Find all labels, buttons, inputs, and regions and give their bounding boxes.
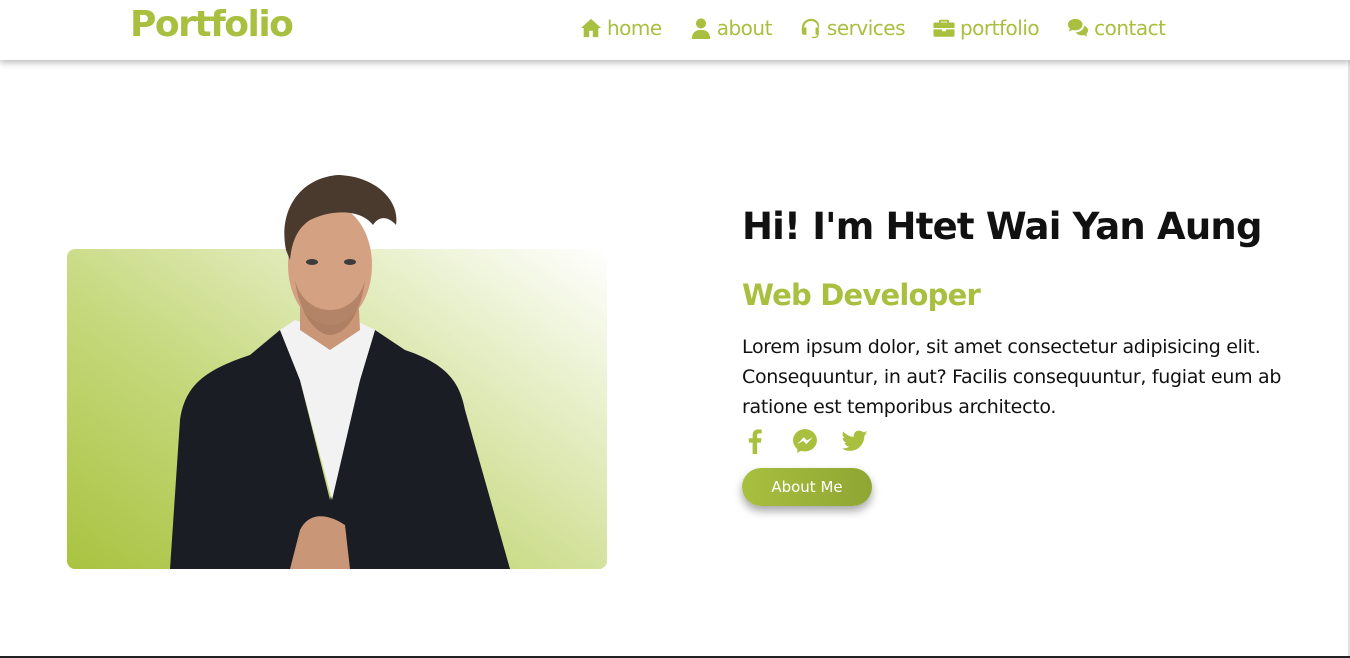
navbar: Portfolio home about services portfolio … [0,0,1350,60]
nav-item-label: contact [1094,16,1166,40]
nav-item-label: services [826,16,906,40]
user-icon [691,18,710,39]
messenger-icon [793,429,817,453]
messenger-link[interactable] [792,428,818,454]
social-links [742,428,1302,454]
hero-description: Lorem ipsum dolor, sit amet consectetur … [742,336,1282,418]
main-nav: home about services portfolio contact [580,16,1193,40]
facebook-icon [748,429,762,454]
brand-logo[interactable]: Portfolio [130,4,294,45]
nav-item-portfolio[interactable]: portfolio [933,16,1040,40]
home-icon [580,18,602,38]
briefcase-icon [933,19,955,37]
twitter-link[interactable] [842,428,868,454]
profile-photo [170,175,510,569]
twitter-icon [842,430,868,451]
nav-item-home[interactable]: home [580,16,662,40]
comments-icon [1068,18,1089,37]
hero-role: Web Developer [742,278,981,312]
about-me-button[interactable]: About Me [742,468,872,506]
nav-item-label: about [716,16,773,40]
hero-greeting: Hi! I'm Htet Wai Yan Aung [742,205,1262,248]
headset-icon [801,18,820,39]
nav-item-label: portfolio [959,16,1040,40]
facebook-link[interactable] [742,428,768,454]
hero-intro: Hi! I'm Htet Wai Yan Aung Web Developer … [742,205,1302,506]
nav-item-label: home [607,16,662,40]
nav-item-services[interactable]: services [800,16,905,40]
nav-item-contact[interactable]: contact [1067,16,1166,40]
nav-item-about[interactable]: about [690,16,772,40]
